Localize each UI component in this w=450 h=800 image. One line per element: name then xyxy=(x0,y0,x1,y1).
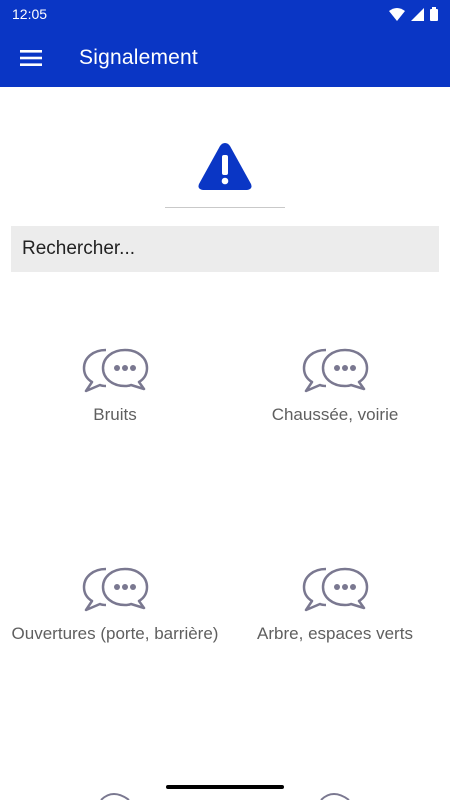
battery-icon xyxy=(430,7,438,21)
app-bar: 12:05 Signalement xyxy=(0,0,450,87)
toolbar: Signalement xyxy=(0,28,450,87)
status-icons xyxy=(389,7,438,21)
hero xyxy=(0,140,450,192)
divider xyxy=(165,207,285,208)
chat-bubbles-icon xyxy=(100,793,130,800)
category-item[interactable]: Arbre, espaces verts xyxy=(230,565,440,645)
search-placeholder: Rechercher... xyxy=(22,238,135,259)
page-title: Signalement xyxy=(79,45,198,69)
status-time: 12:05 xyxy=(12,6,48,22)
category-item[interactable]: Ouvertures (porte, barrière) xyxy=(10,565,220,645)
category-item[interactable]: Bruits xyxy=(10,346,220,426)
category-label: Arbre, espaces verts xyxy=(257,624,413,643)
status-bar: 12:05 xyxy=(0,0,450,28)
category-item-partial xyxy=(315,786,355,800)
chat-bubbles-icon xyxy=(302,348,369,393)
menu-button[interactable] xyxy=(1,28,61,87)
warning-icon xyxy=(198,143,252,190)
chat-bubbles-icon xyxy=(302,567,369,612)
wifi-icon xyxy=(389,7,405,21)
chat-bubbles-icon xyxy=(82,348,149,393)
gesture-handle[interactable] xyxy=(166,785,284,789)
signal-icon xyxy=(411,7,424,21)
category-label: Ouvertures (porte, barrière) xyxy=(11,624,219,643)
chat-bubbles-icon xyxy=(320,793,350,800)
category-item[interactable]: Chaussée, voirie xyxy=(230,346,440,426)
category-label: Chaussée, voirie xyxy=(271,405,399,424)
hamburger-icon xyxy=(20,49,42,66)
category-item-partial xyxy=(95,786,135,800)
chat-bubbles-icon xyxy=(82,567,149,612)
category-label: Bruits xyxy=(93,405,137,424)
search-input[interactable]: Rechercher... xyxy=(11,226,439,272)
